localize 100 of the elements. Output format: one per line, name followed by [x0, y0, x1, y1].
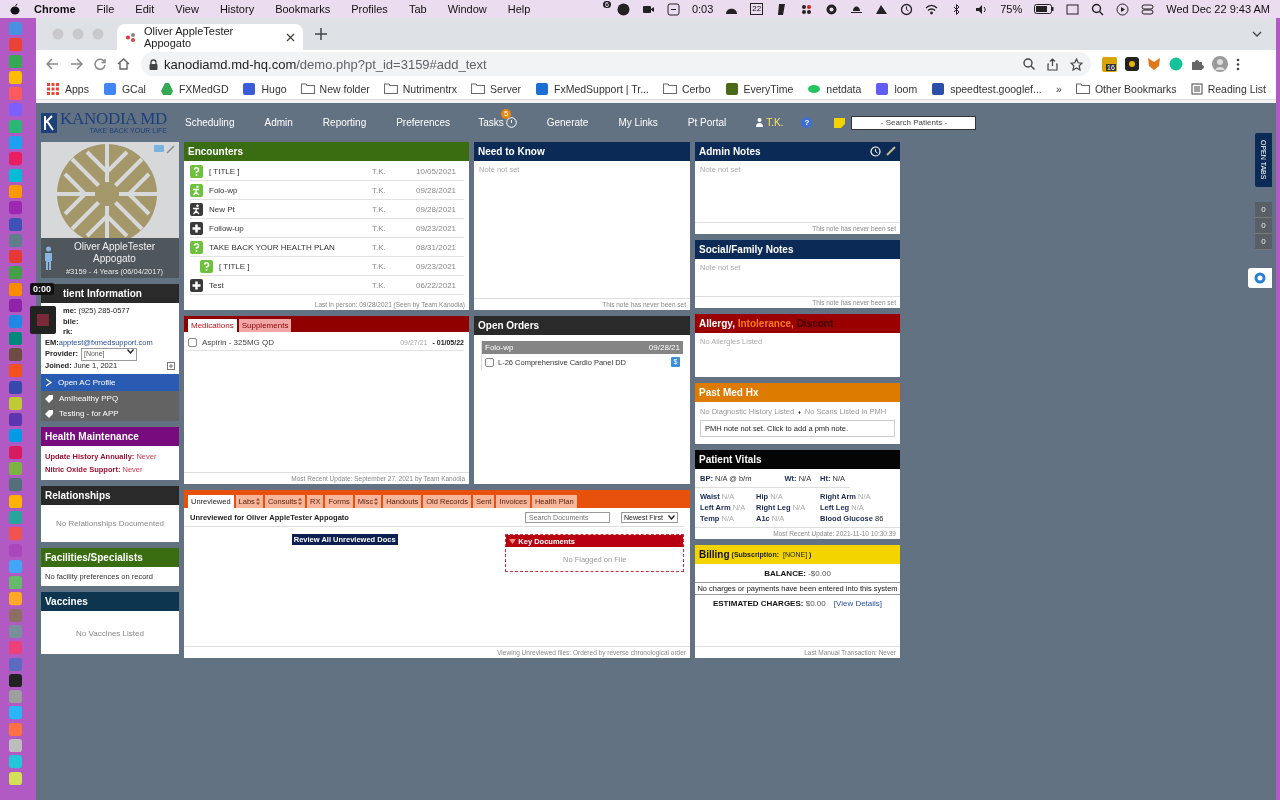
menu-item[interactable]: File	[96, 3, 115, 15]
nav-link[interactable]: Reporting	[322, 117, 367, 128]
panel-header: Open Orders	[474, 316, 690, 335]
app-icon[interactable]	[616, 2, 630, 16]
menu-item[interactable]: Edit	[135, 3, 155, 15]
history-icon[interactable]	[900, 2, 914, 16]
back-icon[interactable]	[46, 58, 59, 70]
puzzle-icon[interactable]	[1191, 57, 1204, 71]
star-icon[interactable]	[1070, 57, 1083, 71]
extension-icon[interactable]	[1125, 57, 1139, 71]
play-icon[interactable]	[1116, 2, 1130, 16]
search-icon[interactable]	[1091, 2, 1105, 16]
bookmark[interactable]: loom	[875, 81, 918, 96]
bookmark[interactable]: Hugo	[242, 81, 287, 96]
tag-button[interactable]: Testing - for APP	[41, 406, 179, 421]
encounter-row[interactable]: TAKE BACK YOUR HEALTH PLAN T.K. 08/31/2021	[190, 238, 464, 257]
encounter-row[interactable]: [ TITLE ] T.K. 09/23/2021	[200, 257, 464, 276]
menu-item[interactable]: Tab	[408, 3, 427, 15]
fox-icon[interactable]	[1147, 57, 1161, 71]
encounter-row[interactable]: Test T.K. 06/22/2021	[190, 276, 464, 295]
more-options-icon[interactable]	[1236, 57, 1240, 71]
bookmark[interactable]: New folder	[300, 81, 370, 96]
bookmark[interactable]: Cerbo	[662, 81, 711, 96]
window-control-icon[interactable]	[72, 28, 84, 40]
help-button[interactable]: ?	[801, 117, 813, 128]
bookmark[interactable]: EveryTime	[724, 81, 794, 96]
bookmark[interactable]: speedtest.googlef...	[931, 81, 1042, 96]
nav-link[interactable]: Generate	[546, 117, 589, 128]
bookmark[interactable]: Server	[471, 81, 521, 96]
nav-link[interactable]: Tasks	[478, 117, 504, 128]
wifi-icon[interactable]	[925, 2, 939, 16]
user-link[interactable]: T.K.	[766, 117, 784, 128]
bookmark[interactable]: Apps	[46, 81, 89, 96]
calendar-date-icon[interactable]: 22	[750, 3, 764, 15]
home-icon[interactable]	[117, 58, 130, 70]
clock-icon[interactable]	[505, 117, 517, 128]
view-details-link[interactable]: [View Details]	[833, 599, 883, 608]
counter: 0	[1255, 218, 1272, 234]
panel-header: Past Med Hx	[695, 383, 900, 402]
checkbox[interactable]	[188, 338, 197, 347]
address-bar[interactable]: kanodiamd.md-hq.com/demo.php?pt_id=3159#add_text	[141, 52, 1091, 76]
panel-title: Allergy,	[699, 318, 735, 329]
lock-icon	[149, 58, 158, 70]
encounter-row[interactable]: Folo-wp T.K. 09/28/2021	[190, 181, 464, 200]
avatar-icon[interactable]	[1212, 56, 1228, 72]
profile-button[interactable]: Open AC Profile	[41, 374, 179, 391]
patient-name: Oliver AppleTester Appogato	[72, 240, 157, 265]
nav-link[interactable]: Preferences	[396, 117, 451, 128]
bookmark[interactable]: FXMedGD	[159, 81, 229, 96]
patient-search-field[interactable]: - Search Patients -	[851, 115, 977, 130]
checkbox[interactable]	[485, 357, 494, 367]
chat-button[interactable]	[1248, 268, 1272, 288]
reload-icon[interactable]	[94, 58, 106, 70]
comment-icon[interactable]	[154, 145, 164, 153]
bookmark[interactable]: Nutrimentrx	[383, 81, 458, 96]
battery-level: 75%	[1000, 3, 1023, 15]
encounter-row[interactable]: Follow-up T.K. 09/23/2021	[190, 219, 464, 238]
menu-item[interactable]: Help	[507, 3, 531, 15]
caret-icon[interactable]	[1252, 31, 1262, 37]
menu-item[interactable]: Bookmarks	[275, 3, 331, 15]
app-icon[interactable]	[800, 2, 814, 16]
encounter-row[interactable]: New Pt T.K. 09/28/2021	[190, 200, 464, 219]
nav-link[interactable]: Scheduling	[185, 117, 235, 128]
zoom-icon[interactable]	[1023, 58, 1035, 70]
menu-item[interactable]: View	[175, 3, 199, 15]
control-center-icon[interactable]	[1141, 2, 1155, 16]
window-control-icon[interactable]	[92, 28, 104, 40]
bookmark[interactable]: Other Bookmarks	[1075, 81, 1177, 96]
more-bookmarks-button[interactable]: »	[1056, 82, 1062, 95]
encounter-row[interactable]: [ TITLE ] T.K. 10/05/2021	[190, 162, 464, 181]
timer-icon[interactable]	[666, 2, 680, 16]
bookmark[interactable]: netdata	[807, 81, 862, 96]
bookmark[interactable]: FxMedSupport | Tr...	[535, 81, 649, 96]
expand-icon[interactable]	[167, 361, 175, 370]
panel-title: Discont	[796, 318, 834, 329]
sticky-note-icon[interactable]	[834, 117, 846, 128]
window-icon[interactable]	[1066, 2, 1080, 16]
forward-icon[interactable]	[70, 58, 83, 70]
stop-button[interactable]	[30, 306, 56, 334]
browser-tab[interactable]: Oliver AppleTester Appogato	[117, 24, 303, 50]
balance: BALANCE: -$0.00	[763, 569, 832, 578]
tag-button[interactable]: AmIhealthy PPQ	[41, 391, 179, 406]
tab[interactable]: Supplements	[238, 319, 292, 332]
task-count-badge: 5	[501, 109, 512, 119]
share-icon[interactable]	[1047, 57, 1058, 71]
reading-list[interactable]: Reading List	[1190, 82, 1266, 95]
close-icon[interactable]	[286, 32, 295, 42]
panel-header: Admin Notes	[695, 142, 900, 161]
tab[interactable]: Medications	[188, 319, 237, 332]
nav-link[interactable]: Admin	[264, 117, 293, 128]
app-menu[interactable]: Chrome	[34, 3, 76, 15]
menu-item[interactable]: Profiles	[351, 3, 388, 15]
pencil-icon[interactable]	[886, 146, 896, 156]
new-tab-icon[interactable]	[315, 28, 327, 40]
bookmark[interactable]: GCal	[102, 81, 146, 96]
menu-item[interactable]: History	[219, 3, 255, 15]
nav-link[interactable]: My Links	[618, 117, 658, 128]
window-control-icon[interactable]	[52, 28, 64, 40]
nav-link[interactable]: Pt Portal	[687, 117, 727, 128]
menu-item[interactable]: Window	[447, 3, 487, 15]
